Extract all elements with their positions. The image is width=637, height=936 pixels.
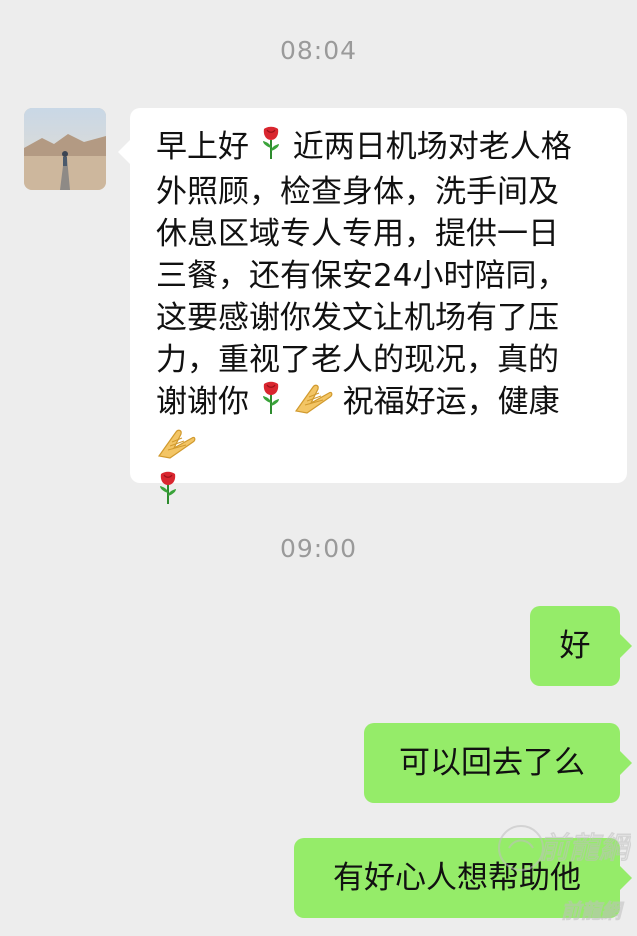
message-text: 谢谢你 <box>156 384 249 420</box>
message-text: 近两日机场对老人格 <box>292 129 572 165</box>
message-text: 有好心人想帮助他 <box>333 860 581 896</box>
sender-avatar[interactable] <box>24 108 106 190</box>
praying-hands-icon <box>156 426 196 471</box>
praying-hands-icon <box>293 381 333 426</box>
message-text: 休息区域专人专用，提供一日 <box>156 216 559 252</box>
message-text: 三餐，还有保安24小时陪同， <box>156 258 568 294</box>
outgoing-bubble[interactable]: 可以回去了么 <box>364 723 632 803</box>
rose-icon <box>156 471 180 516</box>
rose-icon <box>259 381 283 426</box>
message-text: 这要感谢你发文让机场有了压 <box>156 300 559 336</box>
message-text: 好 <box>559 628 591 664</box>
timestamp: 08:04 <box>279 36 358 65</box>
message-text: 祝福好运，健康 <box>342 384 560 420</box>
message-text: 可以回去了么 <box>399 745 585 781</box>
message-text: 早上好 <box>156 129 249 165</box>
timestamp: 09:00 <box>279 534 358 563</box>
outgoing-bubble[interactable]: 好 <box>530 606 632 686</box>
rose-icon <box>259 126 283 171</box>
outgoing-bubble[interactable]: 有好心人想帮助他 <box>294 838 632 918</box>
message-text: 外照顾，检查身体，洗手间及 <box>156 174 559 210</box>
incoming-bubble[interactable]: 早上好 近两日机场对老人格 外照顾，检查身体，洗手间及 休息区域专人专用，提供一… <box>118 108 627 504</box>
message-text: 力，重视了老人的现况，真的 <box>156 342 559 378</box>
